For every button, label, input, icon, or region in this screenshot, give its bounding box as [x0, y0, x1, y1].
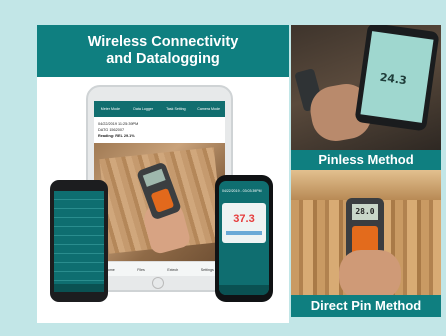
banner-line-2: and Datalogging [106, 51, 220, 67]
list-item [54, 254, 104, 263]
right-phone-nav [219, 285, 269, 295]
list-item [54, 200, 104, 209]
level-bar [226, 231, 262, 235]
hand [339, 250, 401, 295]
pinless-photo: 24.3 [291, 25, 441, 150]
meter-display [142, 168, 166, 187]
list-item [54, 218, 104, 227]
wireless-panel: Wireless Connectivity and Datalogging Me… [37, 25, 289, 323]
list-item [54, 209, 104, 218]
nav-files[interactable]: Files [137, 268, 145, 272]
direct-pin-caption: Direct Pin Method [291, 295, 441, 317]
reading-value: 37.3 [233, 213, 255, 225]
menu-task-setting[interactable]: Task Setting [164, 107, 188, 111]
rugged-tablet-screen: 24.3 [360, 31, 434, 123]
menu-data-logger[interactable]: Data Logger [131, 107, 155, 111]
pinless-caption: Pinless Method [291, 150, 441, 170]
menu-camera-mode[interactable]: Camera Mode [197, 107, 221, 111]
list-item [54, 236, 104, 245]
tablet-reading: 24.3 [378, 70, 408, 88]
direct-pin-photo: 28.0 [291, 170, 441, 295]
rugged-tablet: 24.3 [354, 25, 440, 132]
list-item [54, 227, 104, 236]
home-button [152, 277, 164, 289]
data-list [54, 191, 104, 290]
nav-settings[interactable]: Settings [201, 268, 214, 272]
tablet-screen: Meter Mode Data Logger Task Setting Came… [94, 101, 225, 276]
tablet-device: Meter Mode Data Logger Task Setting Came… [86, 85, 233, 292]
timestamp: 04/22/2019 - 03:03:39PM [222, 189, 262, 193]
wood-beam [291, 170, 441, 200]
right-phone-screen: 04/22/2019 - 03:03:39PM 37.3 [219, 181, 269, 295]
tablet-photo [94, 143, 225, 261]
left-phone-nav [54, 284, 104, 292]
wireless-banner: Wireless Connectivity and Datalogging [37, 25, 289, 77]
promo-collage: Wireless Connectivity and Datalogging Me… [0, 0, 446, 336]
list-item [54, 245, 104, 254]
info-line-3: Reading: REL 29.1% [98, 134, 135, 138]
pin-meter-display: 28.0 [352, 204, 378, 220]
left-phone [50, 180, 108, 302]
list-item [54, 191, 104, 200]
list-item [54, 272, 104, 281]
right-phone: 04/22/2019 - 03:03:39PM 37.3 [215, 175, 273, 302]
tablet-bottom-bar: Home Files Extech Settings [94, 261, 225, 276]
reading-panel: 37.3 [222, 203, 266, 243]
banner-line-1: Wireless Connectivity [87, 34, 239, 50]
nav-extech[interactable]: Extech [167, 268, 178, 272]
meter-buttons [150, 187, 175, 213]
tablet-info: 04/22/2019 11:25:39PM DATG 1562007 Readi… [98, 121, 138, 139]
tablet-menu-bar: Meter Mode Data Logger Task Setting Came… [94, 101, 225, 117]
menu-meter-mode[interactable]: Meter Mode [98, 107, 122, 111]
list-item [54, 263, 104, 272]
left-phone-screen [54, 191, 104, 292]
